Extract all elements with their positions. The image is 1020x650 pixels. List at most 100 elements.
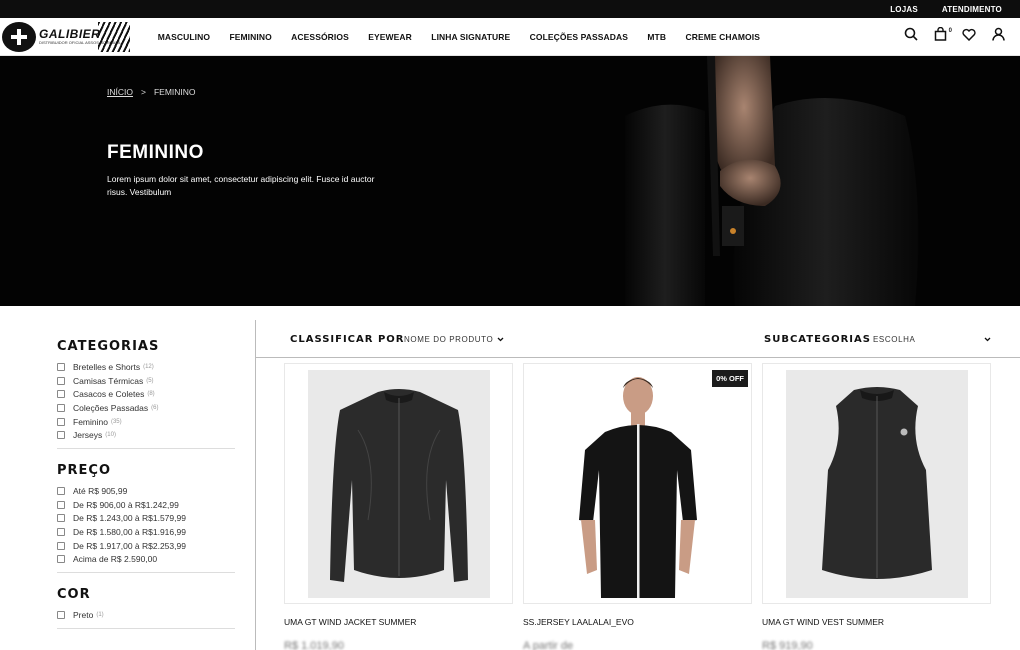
product-name[interactable]: UMA GT WIND JACKET SUMMER [284, 617, 416, 627]
checkbox[interactable] [57, 555, 65, 564]
filter-label: De R$ 906,00 à R$1.242,99 [73, 499, 179, 510]
filter-count: (8) [147, 391, 155, 398]
checkbox[interactable] [57, 528, 65, 537]
filter-option[interactable]: Camisas Térmicas (5) [57, 374, 237, 388]
filter-count: (1) [96, 612, 104, 619]
filter-count: (10) [105, 432, 116, 439]
divider [57, 627, 235, 629]
filter-title-categories: CATEGORIAS [57, 339, 160, 354]
user-icon[interactable] [990, 26, 1006, 42]
filter-option[interactable]: Feminino (35) [57, 415, 237, 429]
product-price: A partir de [523, 640, 574, 650]
menu-item-linha-signature[interactable]: LINHA SIGNATURE [422, 32, 520, 42]
filter-label: Acima de R$ 2.590,00 [73, 554, 158, 565]
breadcrumb-separator: > [140, 87, 146, 97]
search-icon[interactable] [903, 26, 919, 42]
vest-image [786, 370, 968, 598]
checkbox[interactable] [57, 500, 65, 509]
filter-label: Jerseys [73, 430, 103, 441]
filter-label: De R$ 1.580,00 à R$1.916,99 [73, 527, 186, 538]
menu-item-masculino[interactable]: MASCULINO [148, 32, 220, 42]
product-image[interactable] [308, 370, 490, 598]
filter-count: (35) [110, 418, 122, 425]
checkbox[interactable] [57, 417, 65, 426]
checkbox[interactable] [57, 362, 65, 371]
subcategories-value: ESCOLHA [873, 335, 916, 344]
menu-item-eyewear[interactable]: EYEWEAR [359, 32, 422, 42]
stores-link[interactable]: LOJAS [890, 5, 918, 14]
filter-option[interactable]: Acima de R$ 2.590,00 [57, 553, 237, 567]
checkbox[interactable] [57, 431, 65, 440]
cart-icon[interactable]: 0 [932, 26, 952, 42]
sort-toolbar: CLASSIFICAR POR NOME DO PRODUTO SUBCATEG… [256, 320, 1020, 358]
cart-count: 0 [948, 28, 952, 34]
chevron-down-icon [497, 337, 504, 342]
subcategories-select[interactable]: ESCOLHA [873, 335, 991, 344]
catalog-content: CATEGORIAS Bretelles e Shorts (12) Camisa… [0, 306, 1020, 650]
jersey-model-image [547, 370, 729, 598]
product-image[interactable] [786, 370, 968, 598]
menu-item-mtb[interactable]: MTB [638, 32, 676, 42]
product-price: R$ 1.019,90 [284, 640, 344, 650]
filter-option[interactable]: De R$ 1.243,00 à R$1.579,99 [57, 512, 237, 526]
divider [57, 572, 235, 574]
filter-option[interactable]: Casacos e Coletes (8) [57, 387, 237, 401]
menu-item-colecoes-passadas[interactable]: COLEÇÕES PASSADAS [520, 32, 638, 42]
filter-label: Camisas Térmicas [73, 375, 144, 386]
filter-label: De R$ 1.917,00 à R$2.253,99 [73, 540, 186, 551]
checkbox[interactable] [57, 514, 65, 523]
brand-logo[interactable]: GALIBIER DISTRIBUIDOR OFICIAL ASSOS NO B… [0, 20, 130, 54]
discount-badge: 0% OFF [712, 370, 748, 387]
sort-label: CLASSIFICAR POR [290, 334, 405, 345]
product-name[interactable]: UMA GT WIND VEST SUMMER [762, 617, 884, 627]
menu-item-acessorios[interactable]: ACESSÓRIOS [281, 32, 358, 42]
filter-label: Casacos e Coletes [73, 389, 145, 400]
checkbox[interactable] [57, 611, 65, 620]
filter-count: (6) [151, 404, 159, 411]
filter-option[interactable]: Bretelles e Shorts (12) [57, 360, 237, 374]
filter-option[interactable]: Coleções Passadas (6) [57, 401, 237, 415]
filter-label: Preto [73, 610, 94, 621]
breadcrumb-home[interactable]: INÍCIO [107, 87, 133, 97]
filter-option[interactable]: Até R$ 905,99 [57, 484, 237, 498]
filter-label: Coleções Passadas [73, 402, 149, 413]
breadcrumb: INÍCIO > FEMININO [107, 87, 196, 97]
checkbox[interactable] [57, 403, 65, 412]
heart-icon[interactable] [961, 26, 977, 42]
filter-count: (5) [146, 377, 154, 384]
filter-title-price: PREÇO [57, 463, 112, 479]
jacket-image [308, 370, 490, 598]
checkbox[interactable] [57, 390, 65, 399]
checkbox[interactable] [57, 541, 65, 550]
checkbox[interactable] [57, 486, 65, 495]
page-title: FEMININO [107, 142, 204, 163]
filter-label: Bretelles e Shorts [73, 361, 141, 372]
product-image[interactable] [547, 370, 729, 598]
main-navbar: GALIBIER DISTRIBUIDOR OFICIAL ASSOS NO B… [0, 18, 1020, 56]
main-menu: MASCULINO FEMININO ACESSÓRIOS EYEWEAR LI… [148, 32, 770, 42]
hero-banner: INÍCIO > FEMININO FEMININO Lorem ipsum d… [0, 56, 1020, 306]
menu-item-creme-chamois[interactable]: CREME CHAMOIS [676, 32, 770, 42]
product-card[interactable] [284, 363, 513, 604]
checkbox[interactable] [57, 376, 65, 385]
menu-item-feminino[interactable]: FEMININO [220, 32, 282, 42]
product-card[interactable]: 0% OFF [523, 363, 752, 604]
filter-option[interactable]: Preto (1) [57, 608, 237, 622]
chevron-down-icon [984, 337, 991, 342]
filter-option[interactable]: De R$ 1.580,00 à R$1.916,99 [57, 525, 237, 539]
subcategories-label: SUBCATEGORIAS [764, 334, 871, 345]
filter-option[interactable]: De R$ 1.917,00 à R$2.253,99 [57, 539, 237, 553]
sidebar-divider [255, 320, 256, 650]
filter-count: (12) [143, 363, 154, 370]
top-utility-bar: LOJAS ATENDIMENTO [0, 0, 1020, 18]
sort-value: NOME DO PRODUTO [404, 335, 494, 344]
product-name[interactable]: SS.JERSEY LAALALAI_EVO [523, 617, 634, 627]
page-description: Lorem ipsum dolor sit amet, consectetur … [107, 174, 375, 197]
product-card[interactable] [762, 363, 991, 604]
filter-sidebar: CATEGORIAS Bretelles e Shorts (12) Camisa… [57, 339, 237, 643]
filter-option[interactable]: De R$ 906,00 à R$1.242,99 [57, 498, 237, 512]
breadcrumb-current: FEMININO [153, 87, 196, 97]
support-link[interactable]: ATENDIMENTO [942, 5, 1002, 14]
filter-option[interactable]: Jerseys (10) [57, 428, 237, 442]
sort-select[interactable]: NOME DO PRODUTO [404, 335, 504, 344]
